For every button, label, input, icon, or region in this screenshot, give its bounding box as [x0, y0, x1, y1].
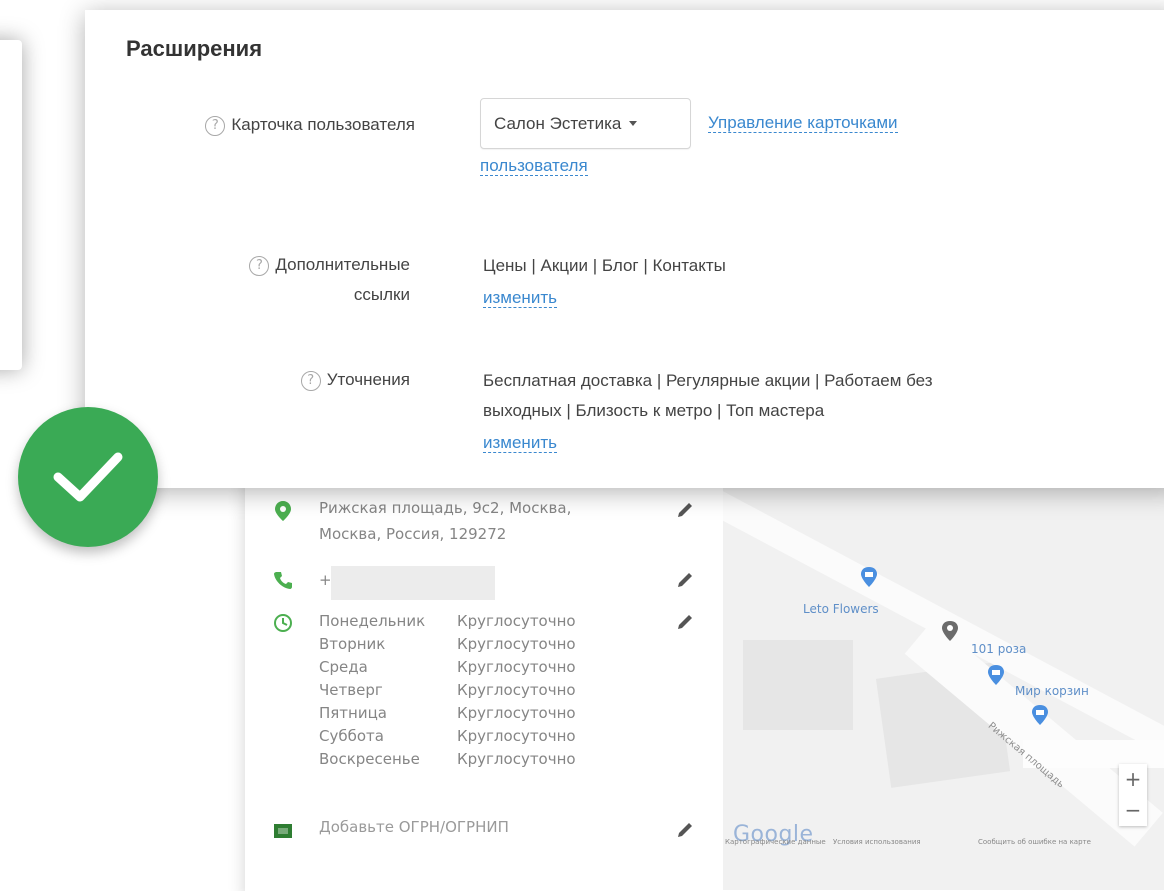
help-icon[interactable]: ? — [300, 371, 321, 391]
hours-value: Круглосуточно — [457, 704, 576, 722]
weekday: Пятница — [319, 704, 387, 722]
extra-links-label-line1: Дополнительные — [275, 255, 410, 274]
clarifications-label-text: Уточнения — [326, 370, 410, 389]
success-badge — [18, 407, 158, 547]
map-widget[interactable]: Leto Flowers 101 роза Мир корзин Рижская… — [723, 470, 1164, 890]
zoom-in-button[interactable]: + — [1119, 764, 1147, 795]
weekday: Среда — [319, 658, 368, 676]
map-data-link[interactable]: Картографические данные — [725, 838, 826, 846]
hours-row: Суббота Круглосуточно — [319, 725, 576, 748]
hours-row: Четверг Круглосуточно — [319, 679, 576, 702]
hours-row: Понедельник Круглосуточно — [319, 610, 576, 633]
help-icon[interactable]: ? — [205, 116, 226, 136]
pencil-icon[interactable] — [675, 500, 695, 520]
zoom-out-button[interactable]: − — [1119, 795, 1147, 826]
map-place-label[interactable]: Leto Flowers — [803, 602, 879, 616]
hours-value: Круглосуточно — [457, 658, 576, 676]
weekday: Воскресенье — [319, 750, 420, 768]
user-card-selected-value: Салон Эстетика — [494, 114, 622, 133]
weekday: Понедельник — [319, 612, 426, 630]
report-error-link[interactable]: Сообщить об ошибке на карте — [978, 838, 1091, 846]
clarifications-label: ? Уточнения — [125, 365, 410, 395]
user-card-select[interactable]: Салон Эстетика — [480, 98, 691, 149]
opening-hours: Понедельник Круглосуточно Вторник Круглосу… — [319, 610, 576, 771]
hours-value: Круглосуточно — [457, 727, 576, 745]
user-card-label: ? Карточка пользователя — [125, 110, 415, 140]
map-footer: Картографические данные Условия использо… — [723, 838, 1164, 852]
weekday: Суббота — [319, 727, 384, 745]
address-line-2: Москва, Россия, 129272 — [319, 525, 507, 543]
extra-links-label-line2: ссылки — [353, 285, 410, 304]
manage-cards-link-wrap: Управление карточками — [708, 110, 898, 135]
extra-links-edit-link[interactable]: изменить — [483, 288, 557, 308]
hours-value: Круглосуточно — [457, 681, 576, 699]
pencil-icon[interactable] — [675, 570, 695, 590]
extra-links-value: Цены | Акции | Блог | Контакты — [483, 256, 726, 275]
help-icon[interactable]: ? — [249, 256, 270, 276]
terms-link[interactable]: Условия использования — [833, 838, 921, 846]
pencil-icon[interactable] — [675, 612, 695, 632]
hours-value: Круглосуточно — [457, 612, 576, 630]
manage-cards-link-wrap-2: пользователя — [480, 153, 588, 178]
phone-prefix: + — [319, 571, 332, 589]
clarifications-edit-link[interactable]: изменить — [483, 433, 557, 453]
extra-links-label: ? Дополнительные ссылки — [125, 250, 410, 310]
address-line-1: Рижская площадь, 9с2, Москва, — [319, 499, 572, 517]
hours-row: Вторник Круглосуточно — [319, 633, 576, 656]
map-building — [743, 640, 853, 730]
map-location-pin-icon — [941, 620, 959, 642]
check-icon — [53, 452, 123, 502]
clock-icon — [273, 613, 293, 633]
pencil-icon[interactable] — [675, 820, 695, 840]
clarifications-value-line1: Бесплатная доставка | Регулярные акции |… — [483, 371, 933, 390]
hours-value: Круглосуточно — [457, 750, 576, 768]
hours-row: Среда Круглосуточно — [319, 656, 576, 679]
clarifications-edit-wrap: изменить — [483, 430, 557, 455]
panel-title: Расширения — [126, 36, 263, 61]
manage-cards-link[interactable]: Управление карточками — [708, 113, 898, 133]
ogrn-icon — [273, 822, 293, 842]
phone-number-redacted — [331, 566, 495, 600]
map-place-label[interactable]: 101 роза — [971, 642, 1026, 656]
extensions-panel: Расширения ? Карточка пользователя Салон … — [85, 10, 1164, 488]
user-card-label-text: Карточка пользователя — [231, 115, 415, 134]
hours-row: Воскресенье Круглосуточно — [319, 748, 576, 771]
map-place-pin-icon[interactable] — [1031, 704, 1049, 726]
manage-cards-link-continued[interactable]: пользователя — [480, 156, 588, 176]
phone-icon — [273, 570, 293, 590]
map-place-pin-icon[interactable] — [987, 664, 1005, 686]
business-info: Рижская площадь, 9с2, Москва, Москва, Ро… — [245, 470, 723, 891]
map-zoom-control: + − — [1119, 764, 1147, 826]
extra-links-edit-wrap: изменить — [483, 285, 557, 310]
hours-value: Круглосуточно — [457, 635, 576, 653]
background-panel — [0, 40, 22, 370]
screenshot-stage: Рижская площадь, 9с2, Москва, Москва, Ро… — [0, 0, 1164, 891]
hours-row: Пятница Круглосуточно — [319, 702, 576, 725]
ogrn-prompt[interactable]: Добавьте ОГРН/ОГРНИП — [319, 818, 509, 836]
weekday: Вторник — [319, 635, 386, 653]
map-place-pin-icon[interactable] — [860, 566, 878, 588]
location-pin-icon — [273, 500, 293, 521]
chevron-down-icon — [629, 121, 638, 126]
business-card: Рижская площадь, 9с2, Москва, Москва, Ро… — [245, 470, 1164, 891]
clarifications-value-line2: выходных | Близость к метро | Топ мастер… — [483, 401, 825, 420]
map-place-label[interactable]: Мир корзин — [1015, 684, 1089, 698]
weekday: Четверг — [319, 681, 383, 699]
